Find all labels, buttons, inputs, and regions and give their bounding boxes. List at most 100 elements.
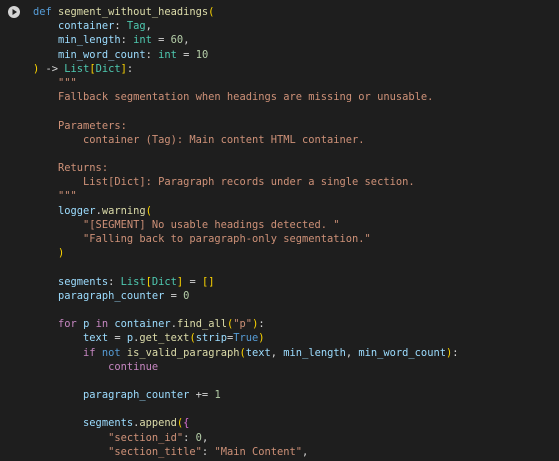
code-line: container (Tag): Main content HTML conta… bbox=[33, 133, 459, 147]
code-token: "Falling back to paragraph-only segmenta… bbox=[33, 233, 371, 245]
code-token: paragraph_counter bbox=[83, 389, 190, 402]
code-token: "section_title" bbox=[108, 445, 202, 458]
code-token: ) bbox=[58, 247, 65, 260]
code-token: get_text bbox=[139, 332, 190, 345]
code-token: -> bbox=[39, 62, 65, 75]
code-token: min_length bbox=[283, 346, 346, 359]
code-token: append bbox=[139, 417, 177, 430]
code-line: paragraph_counter += 1 bbox=[33, 388, 459, 402]
code-token: """ bbox=[33, 76, 77, 89]
code-token: "Main Content" bbox=[214, 445, 303, 458]
code-token: , bbox=[201, 431, 209, 444]
code-token: text bbox=[245, 346, 271, 359]
code-token: ) bbox=[258, 332, 265, 345]
code-token: : bbox=[114, 20, 127, 33]
code-token: ( bbox=[208, 6, 215, 18]
code-line: segments: List[Dict] = [] bbox=[33, 275, 459, 289]
code-token: , bbox=[302, 445, 309, 458]
code-token: "p" bbox=[233, 318, 253, 331]
code-token: container bbox=[114, 318, 171, 331]
code-token: : bbox=[201, 445, 215, 458]
code-line: Fallback segmentation when headings are … bbox=[33, 90, 459, 104]
code-token: { bbox=[183, 417, 190, 430]
code-token: continue bbox=[108, 360, 159, 373]
code-line: segments.append({ bbox=[33, 416, 459, 430]
code-line: ) -> List[Dict]: bbox=[33, 62, 459, 76]
code-token: Fallback segmentation when headings are … bbox=[33, 91, 434, 104]
code-token: List[Dict]: Paragraph records under a si… bbox=[33, 176, 415, 189]
code-token: True bbox=[233, 332, 259, 345]
code-token: += bbox=[189, 389, 215, 402]
code-token: = bbox=[108, 332, 127, 345]
code-token: : bbox=[108, 275, 121, 288]
code-token: = bbox=[164, 289, 184, 302]
code-token: paragraph_counter bbox=[58, 289, 165, 302]
code-token: "section_id" bbox=[108, 431, 184, 444]
code-token: , bbox=[183, 34, 190, 47]
code-line: "[SEGMENT] No usable headings detected. … bbox=[33, 218, 459, 232]
code-token: , bbox=[345, 346, 359, 359]
code-token: 60 bbox=[170, 34, 184, 47]
code-token: segments bbox=[83, 417, 134, 430]
code-line: def segment_without_headings( bbox=[33, 5, 459, 19]
code-token: : bbox=[126, 62, 134, 75]
code-cell[interactable]: def segment_without_headings( container:… bbox=[0, 0, 559, 461]
code-token: 10 bbox=[195, 48, 209, 61]
code-token: strip bbox=[195, 332, 227, 345]
code-token: for bbox=[58, 318, 77, 331]
code-token: min_length bbox=[58, 34, 121, 47]
code-line: logger.warning( bbox=[33, 204, 459, 218]
code-token: 1 bbox=[214, 389, 221, 402]
code-token: Dict bbox=[95, 62, 121, 75]
code-line: "section_title": "Main Content", bbox=[33, 445, 459, 459]
code-token: not bbox=[101, 346, 121, 359]
code-token: ( bbox=[145, 204, 152, 217]
code-line: """ bbox=[33, 189, 459, 203]
play-icon bbox=[12, 9, 17, 15]
code-token: , bbox=[145, 20, 152, 33]
code-token: find_all bbox=[176, 318, 228, 331]
code-line: Parameters: bbox=[33, 119, 459, 133]
code-token: : bbox=[183, 431, 196, 444]
code-token: logger bbox=[58, 204, 96, 217]
code-token: Dict bbox=[151, 275, 177, 288]
code-token: segments bbox=[58, 275, 109, 288]
code-token: min_word_count bbox=[58, 48, 146, 61]
code-token: : bbox=[120, 34, 134, 47]
code-line: if not is_valid_paragraph(text, min_leng… bbox=[33, 346, 459, 360]
code-token: "[SEGMENT] No usable headings detected. … bbox=[33, 218, 340, 231]
code-line: container: Tag, bbox=[33, 19, 459, 33]
code-token: if bbox=[83, 346, 96, 359]
code-token: in bbox=[95, 318, 109, 331]
code-line: min_length: int = 60, bbox=[33, 33, 459, 47]
code-line: "section_id": 0, bbox=[33, 431, 459, 445]
code-token: : bbox=[145, 48, 159, 61]
code-token: = bbox=[151, 34, 171, 47]
code-line: """ bbox=[33, 76, 459, 90]
code-token: : bbox=[452, 346, 459, 359]
code-token: container (Tag): Main content HTML conta… bbox=[33, 133, 365, 146]
code-editor[interactable]: def segment_without_headings( container:… bbox=[33, 5, 459, 459]
code-token: = bbox=[183, 275, 202, 288]
code-token: int bbox=[158, 48, 177, 61]
code-line: paragraph_counter = 0 bbox=[33, 289, 459, 303]
code-token: Parameters: bbox=[33, 119, 127, 132]
code-line: "Falling back to paragraph-only segmenta… bbox=[33, 232, 459, 246]
code-token: : bbox=[258, 318, 265, 331]
code-token: = bbox=[176, 48, 196, 61]
run-cell-button[interactable] bbox=[8, 6, 20, 18]
code-token: """ bbox=[33, 190, 77, 203]
